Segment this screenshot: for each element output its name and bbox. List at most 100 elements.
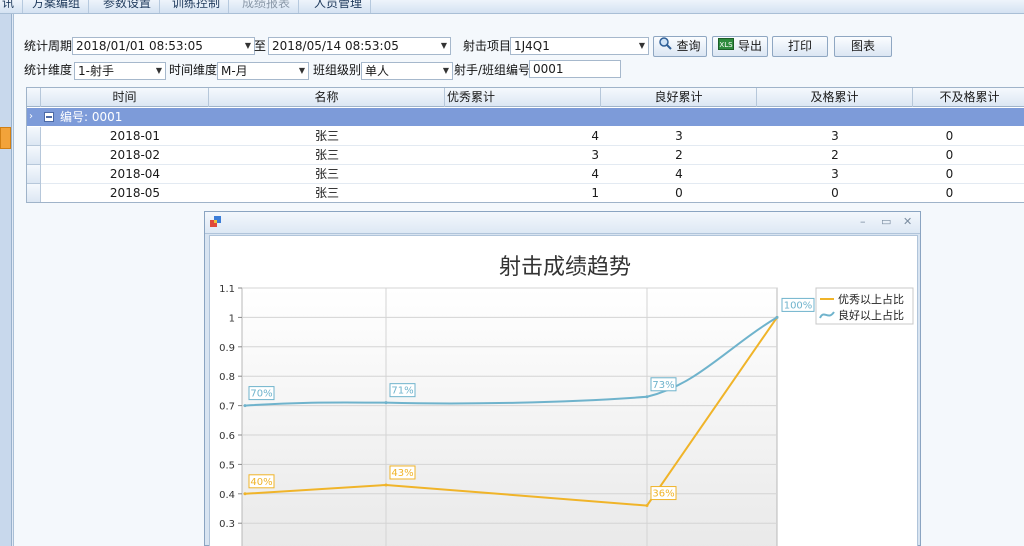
chart-area: 射击成绩趋势 1.1 1 0.9 0.8 0.7 0.6 0.5 0.4 0.3 40% 43% 3… xyxy=(209,235,918,546)
header-excellent[interactable]: 优秀累计 xyxy=(445,88,601,107)
row-indicator[interactable] xyxy=(27,184,41,202)
group-row[interactable]: › 编号: 0001 xyxy=(27,108,1024,126)
chart-window: – ▭ ✕ 射击成绩趋势 1.1 1 0.9 0.8 0.7 0.6 0.5 0.4 0.3 4… xyxy=(204,211,921,546)
shooter-input[interactable]: 0001 xyxy=(529,60,621,78)
table-row[interactable]: 2018-02 张三 3 2 2 0 xyxy=(27,146,1024,165)
cell-pass: 0 xyxy=(831,186,839,200)
search-icon xyxy=(659,37,673,56)
cell-excellent: 1 xyxy=(591,186,599,200)
data-point xyxy=(243,492,247,496)
cell-time: 2018-02 xyxy=(109,148,161,162)
export-label: 导出 xyxy=(737,39,762,53)
legend-label: 良好以上占比 xyxy=(838,308,904,322)
minimize-icon[interactable]: – xyxy=(860,215,866,228)
header-name[interactable]: 名称 xyxy=(209,88,445,107)
period-to-value: 2018/05/14 08:53:05 xyxy=(272,39,399,53)
close-icon[interactable]: ✕ xyxy=(903,215,912,228)
table-row[interactable]: 2018-04 张三 4 4 3 0 xyxy=(27,165,1024,184)
export-button[interactable]: XLS 导出 xyxy=(712,36,768,57)
header-fail[interactable]: 不及格累计 xyxy=(913,88,1024,107)
period-from-value: 2018/01/01 08:53:05 xyxy=(76,39,203,53)
cell-time: 2018-05 xyxy=(109,186,161,200)
period-to-select[interactable]: 2018/05/14 08:53:05 ▼ xyxy=(268,37,451,55)
chart-title: 射击成绩趋势 xyxy=(499,255,631,280)
dimension-value: 1-射手 xyxy=(78,64,114,78)
chart-window-titlebar[interactable]: – ▭ ✕ xyxy=(205,212,920,234)
y-tick-label: 1 xyxy=(229,313,235,324)
data-point xyxy=(645,504,649,508)
chevron-right-icon: › xyxy=(29,111,33,122)
y-tick-label: 0.3 xyxy=(219,519,235,530)
cell-good: 4 xyxy=(675,167,683,181)
menu-item-params[interactable]: 参数设置 xyxy=(95,0,161,13)
main-panel: 统计周期 2018/01/01 08:53:05 ▼ 至 2018/05/14 … xyxy=(13,14,1024,546)
header-time[interactable]: 时间 xyxy=(41,88,209,107)
project-select[interactable]: 1J4Q1 ▼ xyxy=(510,37,649,55)
data-label: 100% xyxy=(784,300,813,311)
cell-fail: 0 xyxy=(945,129,954,143)
cell-good: 2 xyxy=(675,148,683,162)
menu-item-report[interactable]: 成绩报表 xyxy=(234,0,300,13)
trend-chart: 射击成绩趋势 1.1 1 0.9 0.8 0.7 0.6 0.5 0.4 0.3 40% 43% 3… xyxy=(219,255,914,546)
row-indicator[interactable] xyxy=(27,165,41,184)
cell-pass: 3 xyxy=(831,129,839,143)
period-from-select[interactable]: 2018/01/01 08:53:05 ▼ xyxy=(72,37,255,55)
chevron-down-icon: ▼ xyxy=(298,66,305,75)
level-select[interactable]: 单人 ▼ xyxy=(361,62,453,80)
cell-fail: 0 xyxy=(945,167,954,181)
menu-item-plan[interactable]: 方案编组 xyxy=(24,0,90,13)
grid-header: 时间 名称 优秀累计 良好累计 及格累计 不及格累计 xyxy=(27,88,1024,107)
time-dim-select[interactable]: M-月 ▼ xyxy=(217,62,309,80)
data-label: 71% xyxy=(391,386,413,397)
query-button[interactable]: 查询 xyxy=(653,36,707,57)
cell-fail: 0 xyxy=(945,186,954,200)
header-good[interactable]: 良好累计 xyxy=(601,88,757,107)
table-row[interactable]: 2018-05 张三 1 0 0 0 xyxy=(27,184,1024,202)
y-tick-label: 0.4 xyxy=(219,490,235,501)
time-dim-label: 时间维度 xyxy=(169,63,218,77)
chart-label: 图表 xyxy=(850,39,875,53)
chevron-down-icon: ▼ xyxy=(244,41,251,50)
y-tick-label: 0.7 xyxy=(219,402,235,413)
menu-item-personnel[interactable]: 人员管理 xyxy=(306,0,372,13)
header-pass[interactable]: 及格累计 xyxy=(757,88,913,107)
dimension-select[interactable]: 1-射手 ▼ xyxy=(74,62,166,80)
cell-pass: 3 xyxy=(831,167,839,181)
collapse-icon[interactable] xyxy=(44,112,54,122)
excel-icon: XLS xyxy=(717,37,734,56)
group-label: 编号: 0001 xyxy=(60,110,123,124)
menu-item-training[interactable]: 训练控制 xyxy=(164,0,230,13)
cell-excellent: 3 xyxy=(591,148,599,162)
cell-excellent: 4 xyxy=(591,167,599,181)
data-label: 40% xyxy=(250,477,272,488)
table-row[interactable]: 2018-01 张三 4 3 3 0 xyxy=(27,127,1024,146)
row-indicator[interactable] xyxy=(27,127,41,146)
project-label: 射击项目 xyxy=(463,39,512,53)
left-strip xyxy=(0,14,12,546)
cell-name: 张三 xyxy=(314,186,339,200)
y-tick-label: 0.9 xyxy=(219,343,235,354)
level-label: 班组级别 xyxy=(313,63,362,77)
data-point xyxy=(645,395,649,399)
chevron-down-icon: ▼ xyxy=(440,41,447,50)
plot-area xyxy=(241,287,778,546)
legend-label: 优秀以上占比 xyxy=(838,292,904,306)
cell-name: 张三 xyxy=(314,129,339,143)
dimension-label: 统计维度 xyxy=(24,63,73,77)
maximize-icon[interactable]: ▭ xyxy=(881,215,891,228)
cell-name: 张三 xyxy=(314,167,339,181)
cell-time: 2018-01 xyxy=(109,129,161,143)
results-grid: 时间 名称 优秀累计 良好累计 及格累计 不及格累计 › 编号: 0001 20… xyxy=(26,87,1024,203)
print-button[interactable]: 打印 xyxy=(772,36,828,57)
level-value: 单人 xyxy=(365,64,390,78)
cell-pass: 2 xyxy=(831,148,839,162)
row-indicator[interactable] xyxy=(27,146,41,165)
chart-button[interactable]: 图表 xyxy=(834,36,892,57)
y-tick-label: 0.5 xyxy=(219,460,235,471)
menu-item-0[interactable]: 讯 xyxy=(0,0,24,13)
header-indicator xyxy=(27,88,41,107)
y-tick-label: 1.1 xyxy=(219,284,235,295)
y-tick-label: 0.8 xyxy=(219,372,235,383)
window-app-icon xyxy=(210,216,222,231)
side-tab[interactable] xyxy=(0,127,11,149)
